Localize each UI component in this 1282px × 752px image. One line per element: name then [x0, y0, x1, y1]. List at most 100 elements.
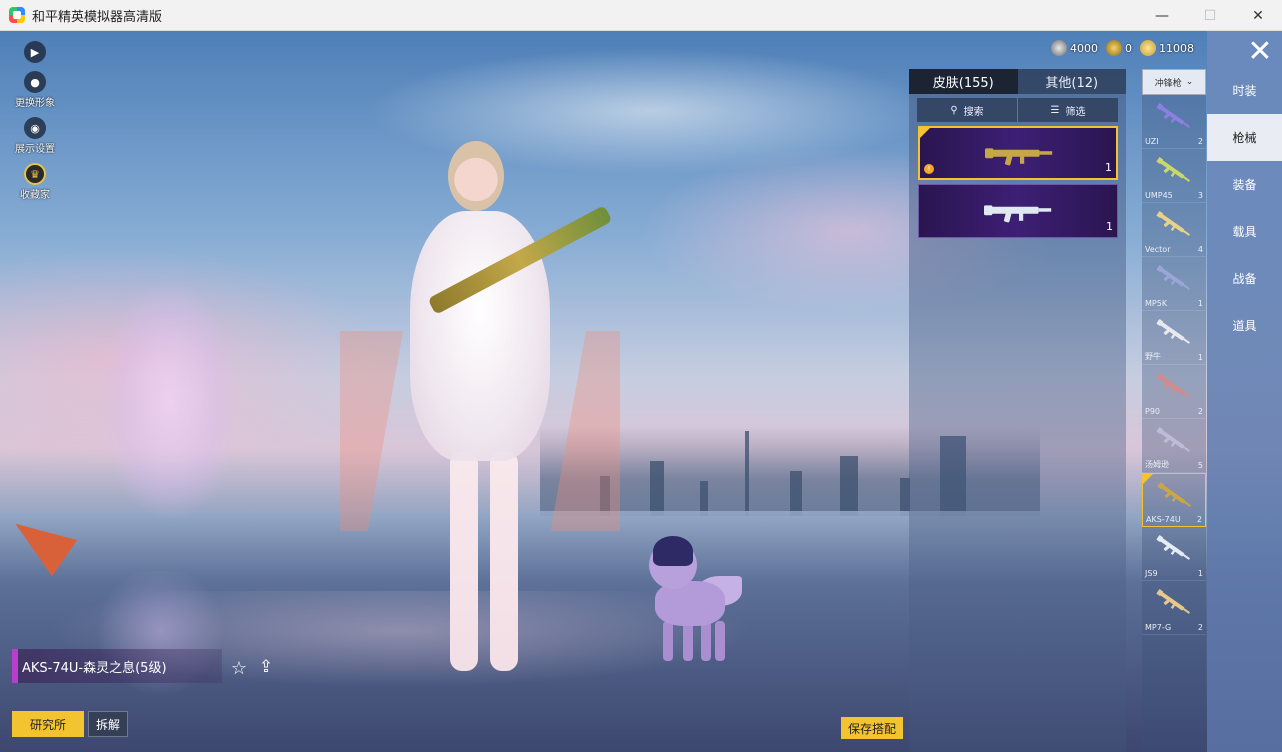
weapon-item[interactable]: Vector 4	[1142, 203, 1206, 257]
search-icon: ⚲	[950, 104, 958, 116]
weapon-item[interactable]: MP5K 1	[1142, 257, 1206, 311]
currency-coin-value: 11008	[1159, 41, 1194, 55]
app-logo-icon	[9, 7, 25, 23]
weapon-thumbnail	[1154, 155, 1194, 187]
weapon-item[interactable]: AKS-74U 2	[1142, 473, 1206, 527]
weapon-count: 3	[1197, 191, 1203, 200]
chevron-down-icon: ⌄	[1185, 77, 1194, 87]
weapon-name: AKS-74U	[1146, 515, 1181, 524]
weapon-item[interactable]: 汤姆逊 5	[1142, 419, 1206, 473]
skin-card[interactable]: ! 1	[918, 126, 1118, 180]
currency-gold-value: 0	[1125, 41, 1132, 55]
collector-tool[interactable]: ♛ 收藏家	[10, 163, 60, 201]
minimize-button[interactable]: —	[1138, 0, 1186, 31]
favorite-star-icon[interactable]: ☆	[228, 657, 250, 679]
weapon-item[interactable]: UZI 2	[1142, 95, 1206, 149]
skin-card-list: ! 1 1	[909, 126, 1126, 238]
weapon-name: MP7-G	[1145, 623, 1172, 632]
category-item[interactable]: 装备	[1207, 161, 1282, 208]
gun-skin-image	[969, 197, 1069, 225]
weapon-list: 冲锋枪 ⌄ UZI 2 UMP45 3 Vector 4 MP5K 1 野牛 1 P90 2 汤姆逊 5 A…	[1142, 69, 1206, 752]
app-window: 和平精英模拟器高清版 — ☐ ✕ ▶ ● 更换形象 ◉ 展示设置 ♛ 收藏家 4…	[0, 0, 1282, 752]
category-item[interactable]: 载具	[1207, 208, 1282, 255]
weapon-item[interactable]: JS9 1	[1142, 527, 1206, 581]
weapon-item[interactable]: 野牛 1	[1142, 311, 1206, 365]
skin-panel: 皮肤(155) 其他(12) ⚲ 搜索 ☰ 筛选 ! 1 1	[909, 69, 1126, 752]
skin-count: 1	[1105, 161, 1112, 174]
character-model[interactable]	[340, 131, 620, 691]
search-label: 搜索	[963, 106, 984, 118]
skin-card[interactable]: 1	[918, 184, 1118, 238]
change-avatar-label: 更换形象	[15, 98, 55, 109]
weapon-thumbnail	[1154, 317, 1194, 349]
category-item[interactable]: 时装	[1207, 67, 1282, 114]
play-icon: ▶	[24, 41, 46, 63]
window-controls: — ☐ ✕	[1138, 0, 1282, 31]
weapon-name: P90	[1145, 407, 1161, 416]
category-item[interactable]: 战备	[1207, 255, 1282, 302]
weapon-count: 4	[1197, 245, 1203, 254]
eye-icon: ◉	[24, 117, 46, 139]
weapon-name: UMP45	[1145, 191, 1173, 200]
selected-skin-name: AKS-74U-森灵之息(5级)	[12, 649, 222, 683]
expand-tool[interactable]: ▶	[10, 41, 60, 63]
collector-label: 收藏家	[20, 190, 50, 201]
weapon-thumbnail	[1155, 480, 1195, 512]
weapon-type-label: 冲锋枪	[1154, 78, 1182, 89]
weapon-item[interactable]: UMP45 3	[1142, 149, 1206, 203]
research-button[interactable]: 研究所	[12, 711, 84, 737]
weapon-thumbnail	[1154, 263, 1194, 295]
skin-count: 1	[1106, 220, 1113, 233]
gold-badge-icon	[1106, 40, 1122, 56]
dismantle-button[interactable]: 拆解	[88, 711, 128, 737]
weapon-type-dropdown[interactable]: 冲锋枪 ⌄	[1142, 69, 1206, 95]
title-bar: 和平精英模拟器高清版 — ☐ ✕	[0, 0, 1282, 31]
category-item[interactable]: 道具	[1207, 302, 1282, 349]
close-icon[interactable]: ✕	[1238, 33, 1282, 69]
weapon-count: 2	[1197, 623, 1203, 632]
close-window-button[interactable]: ✕	[1234, 0, 1282, 31]
weapon-thumbnail	[1154, 587, 1194, 619]
display-settings-tool[interactable]: ◉ 展示设置	[10, 117, 60, 155]
collector-badge-icon: ♛	[24, 163, 46, 185]
silver-coin-icon	[1051, 40, 1067, 56]
gun-skin-image	[970, 140, 1070, 168]
weapon-thumbnail	[1154, 371, 1194, 403]
weapon-thumbnail	[1154, 533, 1194, 565]
weapon-name: UZI	[1145, 137, 1159, 146]
tab-other[interactable]: 其他(12)	[1017, 69, 1126, 94]
category-panel: 时装 枪械 装备 载具 战备 道具	[1207, 31, 1282, 752]
change-avatar-tool[interactable]: ● 更换形象	[10, 71, 60, 109]
currency-coin: 11008	[1140, 40, 1194, 56]
currency-silver: 4000	[1051, 40, 1098, 56]
filter-label: 筛选	[1065, 106, 1086, 118]
weapon-count: 1	[1197, 353, 1203, 362]
weapon-name: MP5K	[1145, 299, 1168, 308]
weapon-thumbnail	[1154, 425, 1194, 457]
maximize-button[interactable]: ☐	[1186, 0, 1234, 31]
share-icon[interactable]: ⇪	[254, 655, 278, 679]
alert-badge: !	[924, 164, 934, 174]
search-button[interactable]: ⚲ 搜索	[917, 98, 1017, 122]
filter-button[interactable]: ☰ 筛选	[1017, 98, 1118, 122]
category-item[interactable]: 枪械	[1207, 114, 1282, 161]
avatar-icon: ●	[24, 71, 46, 93]
weapon-count: 5	[1197, 461, 1203, 470]
currency-silver-value: 4000	[1070, 41, 1098, 55]
save-outfit-button[interactable]: 保存搭配	[841, 717, 903, 739]
skin-tabs: 皮肤(155) 其他(12)	[909, 69, 1126, 94]
weapon-name: 汤姆逊	[1145, 460, 1169, 469]
left-toolbar: ▶ ● 更换形象 ◉ 展示设置 ♛ 收藏家	[10, 41, 60, 209]
skin-toolbar: ⚲ 搜索 ☰ 筛选	[917, 98, 1118, 122]
weapon-count: 2	[1196, 515, 1202, 524]
weapon-item[interactable]: MP7-G 2	[1142, 581, 1206, 635]
crystal-horse-mount	[75, 281, 245, 541]
tab-skins[interactable]: 皮肤(155)	[909, 69, 1018, 94]
weapon-name: JS9	[1145, 569, 1158, 578]
weapon-count: 2	[1197, 407, 1203, 416]
weapon-count: 1	[1197, 299, 1203, 308]
weapon-item[interactable]: P90 2	[1142, 365, 1206, 419]
weapon-name: 野牛	[1145, 352, 1161, 361]
weapon-thumbnail	[1154, 101, 1194, 133]
display-settings-label: 展示设置	[15, 144, 55, 155]
